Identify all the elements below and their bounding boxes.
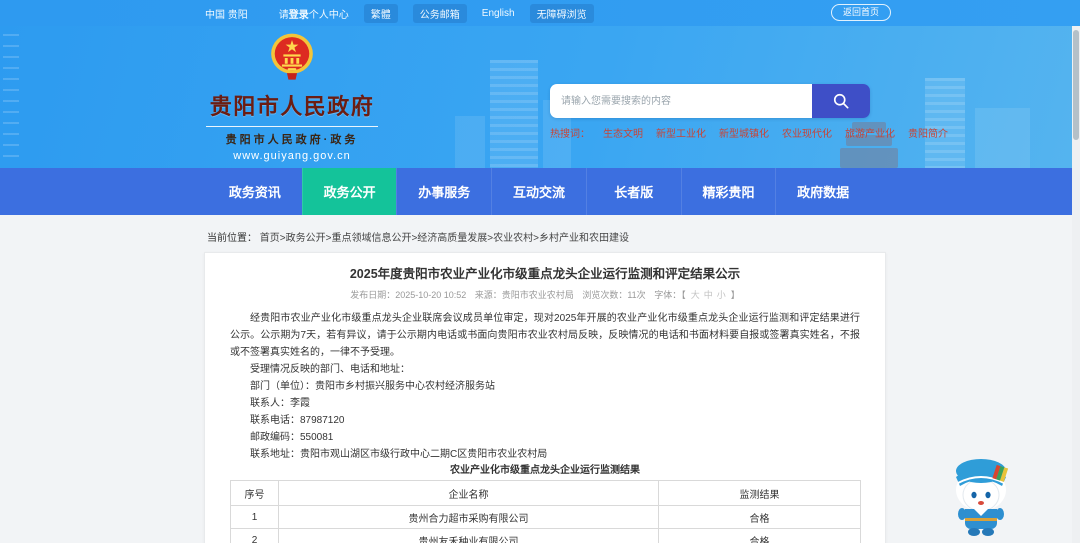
company-name: 贵州友禾种业有限公司: [278, 528, 659, 543]
search-button[interactable]: [812, 84, 870, 118]
accessibility-link[interactable]: 无障碍浏览: [529, 3, 594, 23]
col-header-result: 监测结果: [658, 480, 861, 506]
main-nav-tabs: 政务资讯 政务公开 办事服务 互动交流 长者版 精彩贵阳 政府数据: [208, 168, 870, 215]
contact-line: 联系地址：贵阳市观山湖区市级行政中心二期C区贵阳市农业农村局: [250, 449, 548, 460]
main-nav: 政务资讯 政务公开 办事服务 互动交流 长者版 精彩贵阳 政府数据: [0, 168, 1080, 215]
hot-search-item[interactable]: 新型工业化: [656, 125, 706, 140]
login-prefix: 请: [278, 9, 289, 21]
nav-tab-zhangzhe-ban[interactable]: 长者版: [585, 168, 681, 215]
site-subtitle: 贵阳市人民政府·政务: [225, 134, 359, 146]
official-mail-link[interactable]: 公务邮箱: [412, 3, 467, 23]
site-title: 贵阳市人民政府: [206, 89, 378, 127]
assistant-mascot-button[interactable]: [941, 450, 1021, 538]
topbar: 中国 贵阳 请登录个人中心 繁體 公务邮箱 English 无障碍浏览 返回首页: [0, 0, 1080, 26]
national-emblem-icon: [271, 33, 313, 80]
breadcrumb-label: 当前位置：: [207, 233, 257, 244]
hot-search-item[interactable]: 农业现代化: [782, 125, 832, 140]
topbar-links: 中国 贵阳 请登录个人中心 繁體 公务邮箱 English 无障碍浏览: [205, 0, 594, 26]
nav-tab-banshi-fuwu[interactable]: 办事服务: [396, 168, 491, 215]
row-index: 1: [230, 505, 279, 529]
font-size-small-button[interactable]: 小: [717, 290, 726, 300]
nav-tab-zhengwu-zixun[interactable]: 政务资讯: [208, 168, 302, 215]
table-row: 1 贵州合力超市采购有限公司 合格: [230, 505, 861, 529]
view-count: 浏览次数：11次: [582, 290, 646, 300]
search-input[interactable]: [550, 84, 812, 118]
login-suffix: 个人中心: [308, 9, 349, 21]
nav-tab-jingcai-guiyang[interactable]: 精彩贵阳: [680, 168, 776, 215]
decor-dashes: [3, 34, 19, 164]
login-bold: 登录: [288, 9, 309, 21]
city-tower-silhouette: [490, 60, 538, 168]
page: 中国 贵阳 请登录个人中心 繁體 公务邮箱 English 无障碍浏览 返回首页: [0, 0, 1080, 543]
header-banner: 贵阳市人民政府 贵阳市人民政府·政务 www.guiyang.gov.cn 热搜…: [0, 26, 1080, 168]
nav-tab-hudong-jiaoliu[interactable]: 互动交流: [491, 168, 586, 215]
breadcrumb: 当前位置： 首页>政务公开>重点领域信息公开>经济高质量发展>农业农村>乡村产业…: [207, 229, 629, 244]
city-silhouette: [455, 116, 485, 168]
col-header-index: 序号: [230, 480, 279, 506]
traditional-chinese-link[interactable]: 繁體: [363, 3, 398, 23]
monitor-result-table: 序号 企业名称 监测结果 1 贵州合力超市采购有限公司 合格 2 贵州友禾种业有…: [230, 480, 861, 543]
breadcrumb-path[interactable]: 首页>政务公开>重点领域信息公开>经济高质量发展>农业农村>乡村产业和农田建设: [260, 233, 629, 244]
font-size-large-button[interactable]: 大: [691, 290, 700, 300]
hot-search: 热搜词： 生态文明 新型工业化 新型城镇化 农业现代化 旅游产业化 贵阳简介: [550, 125, 948, 140]
contact-line: 联系电话：87987120: [250, 415, 345, 426]
table-caption: 农业产业化市级重点龙头企业运行监测结果: [450, 465, 640, 476]
font-size-label: 字体：【: [654, 290, 686, 300]
city-tower-silhouette: [925, 78, 965, 168]
hot-search-item[interactable]: 生态文明: [603, 125, 643, 140]
article-meta: 发布日期：2025-10-20 10:52 来源：贵阳市农业农村局 浏览次数：1…: [230, 289, 860, 301]
nav-tab-zhengfu-shuju[interactable]: 政府数据: [775, 168, 870, 215]
site-logo[interactable]: 贵阳市人民政府 贵阳市人民政府·政务 www.guiyang.gov.cn: [206, 32, 378, 162]
search-icon: [833, 93, 849, 109]
article-paragraph: 经贵阳市农业产业化市级重点龙头企业联席会议成员单位审定，现对2025年开展的农业…: [230, 313, 860, 358]
row-index: 2: [230, 528, 279, 543]
company-name: 贵州合力超市采购有限公司: [278, 505, 659, 529]
login-link[interactable]: 请登录个人中心: [279, 6, 349, 21]
article-card: 2025年度贵阳市农业产业化市级重点龙头企业运行监测和评定结果公示 发布日期：2…: [204, 252, 886, 543]
english-link[interactable]: English: [482, 8, 515, 19]
table-row: 2 贵州友禾种业有限公司 合格: [230, 528, 861, 543]
article-title: 2025年度贵阳市农业产业化市级重点龙头企业运行监测和评定结果公示: [349, 267, 741, 281]
publish-date: 发布日期：2025-10-20 10:52: [350, 290, 467, 300]
site-url: www.guiyang.gov.cn: [233, 150, 351, 162]
hot-search-item[interactable]: 新型城镇化: [719, 125, 769, 140]
hot-search-label: 热搜词：: [550, 129, 590, 140]
col-header-company: 企业名称: [278, 480, 659, 506]
hot-search-item[interactable]: 旅游产业化: [845, 125, 895, 140]
contact-intro: 受理情况反映的部门、电话和地址：: [250, 364, 410, 375]
topbar-region-link[interactable]: 中国 贵阳: [205, 6, 248, 21]
back-home-button[interactable]: 返回首页: [831, 4, 892, 21]
table-header-row: 序号 企业名称 监测结果: [230, 480, 861, 506]
font-size-label-close: 】: [730, 290, 740, 300]
city-silhouette: [975, 108, 1030, 168]
font-size-medium-button[interactable]: 中: [704, 290, 713, 300]
monitor-result: 合格: [658, 528, 861, 543]
nav-tab-zhengwu-gongkai[interactable]: 政务公开: [301, 168, 397, 215]
contact-line: 部门（单位）：贵阳市乡村振兴服务中心农村经济服务站: [250, 381, 495, 392]
hot-search-item[interactable]: 贵阳简介: [908, 125, 948, 140]
scrollbar-thumb[interactable]: [1073, 30, 1079, 140]
search-bar: [550, 84, 870, 118]
scrollbar-track[interactable]: [1072, 26, 1080, 543]
article-source: 来源：贵阳市农业农村局: [474, 290, 574, 300]
pagoda-silhouette: [840, 148, 898, 168]
monitor-result: 合格: [658, 505, 861, 529]
contact-line: 联系人：李霞: [250, 398, 310, 409]
contact-line: 邮政编码：550081: [250, 432, 334, 443]
